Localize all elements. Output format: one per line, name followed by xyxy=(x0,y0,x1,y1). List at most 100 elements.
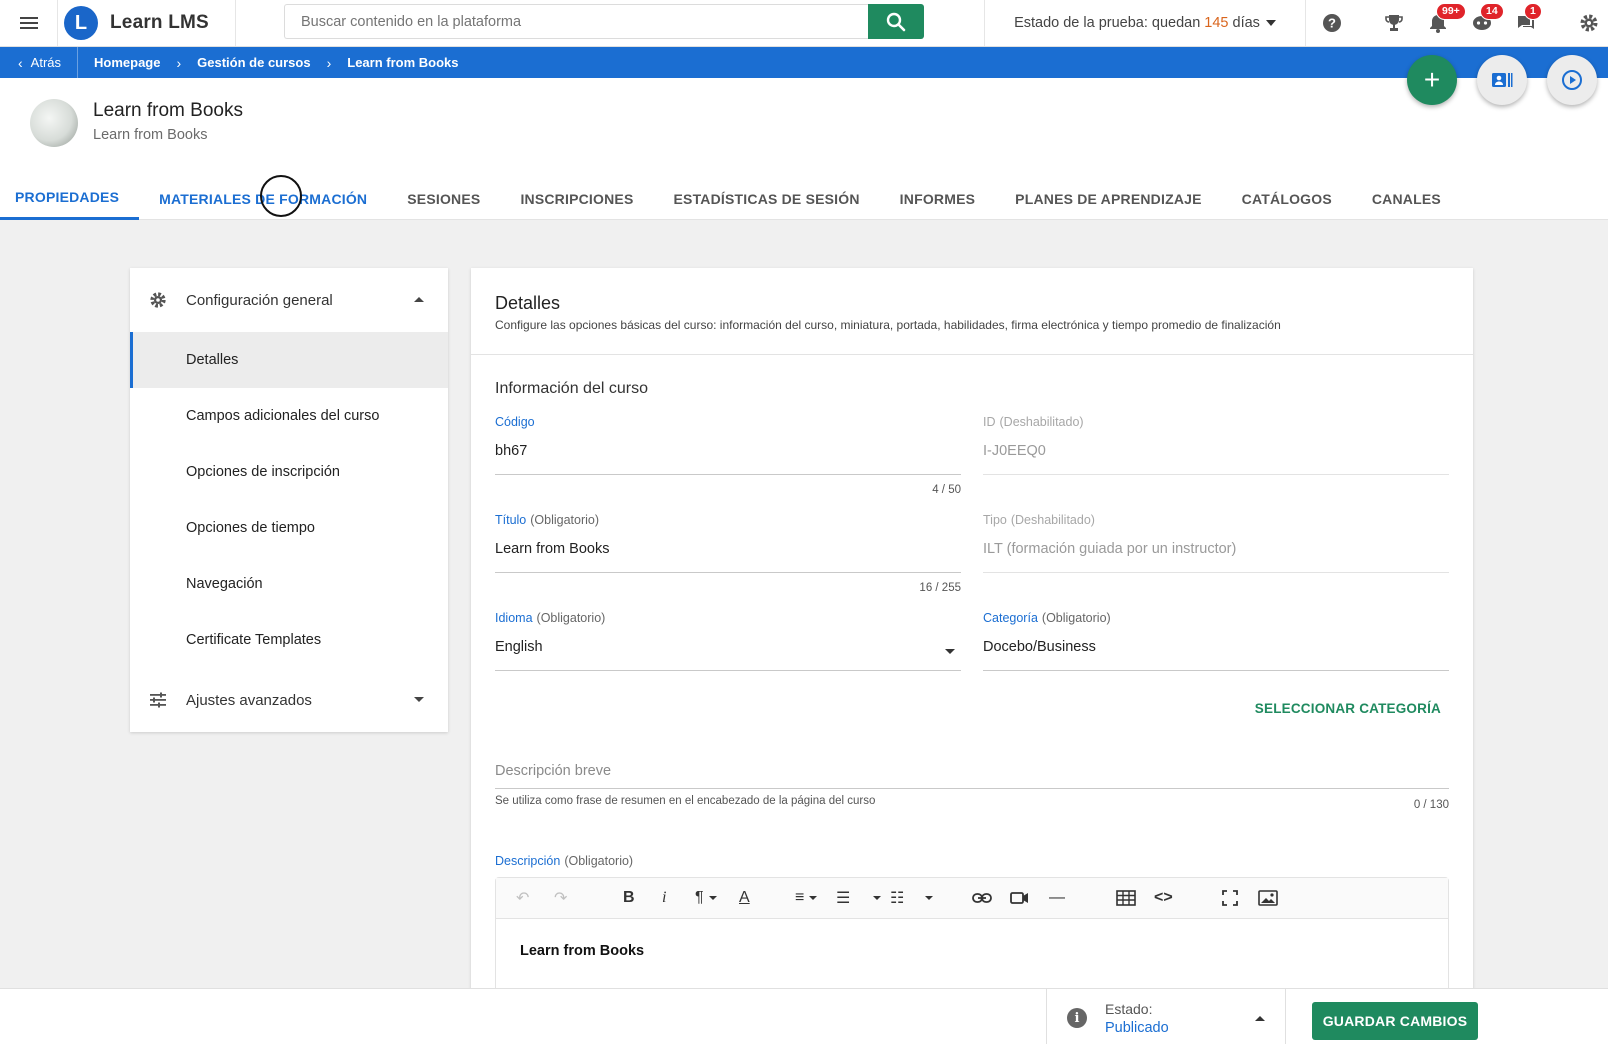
status-value: Publicado xyxy=(1105,1020,1169,1036)
short-description-hint: Se utiliza como frase de resumen en el e… xyxy=(495,795,876,807)
breadcrumb-label: Gestión de cursos xyxy=(197,55,311,70)
description-content[interactable]: Learn from Books xyxy=(496,919,1448,983)
nav-item-certificate-templates[interactable]: Certificate Templates xyxy=(130,612,448,668)
label-note: (Obligatorio) xyxy=(1041,611,1111,625)
svg-text:?: ? xyxy=(1328,16,1336,31)
table-icon[interactable] xyxy=(1116,887,1136,909)
title-input[interactable]: Learn from Books xyxy=(495,541,961,573)
text-color-icon[interactable]: A xyxy=(739,887,750,909)
course-subtitle: Learn from Books xyxy=(93,127,208,143)
breadcrumb-label: Homepage xyxy=(94,55,161,70)
preview-card-button[interactable] xyxy=(1477,55,1527,105)
search-button[interactable] xyxy=(868,4,924,39)
course-title: Learn from Books xyxy=(93,100,243,121)
breadcrumb-item-homepage[interactable]: Homepage › xyxy=(94,55,181,71)
info-icon: i xyxy=(1067,1008,1087,1028)
label-note: (Deshabilitado) xyxy=(1010,513,1095,527)
nav-item-enrollment-options[interactable]: Opciones de inscripción xyxy=(130,444,448,500)
code-label: Código xyxy=(495,415,961,429)
tab-channels[interactable]: CANALES xyxy=(1352,177,1461,220)
language-select[interactable]: English xyxy=(495,639,961,671)
title-field: Título (Obligatorio) Learn from Books 16 … xyxy=(495,513,961,594)
category-field: Categoría (Obligatorio) Docebo/Business xyxy=(983,611,1449,671)
language-field: Idioma (Obligatorio) English xyxy=(495,611,961,671)
unordered-list-icon[interactable]: ☷ xyxy=(890,887,904,909)
fullscreen-icon[interactable] xyxy=(1222,887,1238,909)
unordered-list-dropdown[interactable] xyxy=(920,887,933,909)
trial-days: 145 xyxy=(1204,15,1229,31)
link-icon[interactable] xyxy=(972,887,992,909)
course-thumbnail xyxy=(30,99,78,147)
bold-icon[interactable]: B xyxy=(623,887,635,909)
caret-down-icon xyxy=(809,896,818,900)
id-field: ID (Deshabilitado) I-J0EEQ0 xyxy=(983,415,1449,475)
code-input[interactable]: bh67 xyxy=(495,443,961,475)
title-label: Título (Obligatorio) xyxy=(495,513,961,527)
trophy-icon[interactable] xyxy=(1382,11,1406,35)
plus-icon: + xyxy=(1423,64,1441,95)
tab-sessions[interactable]: SESIONES xyxy=(387,177,500,220)
short-description-field: Descripción breve Se utiliza como frase … xyxy=(495,763,1449,811)
tab-session-stats[interactable]: ESTADÍSTICAS DE SESIÓN xyxy=(654,177,880,220)
play-course-button[interactable] xyxy=(1547,55,1597,105)
back-button[interactable]: ‹ Atrás xyxy=(0,47,79,78)
image-icon[interactable] xyxy=(1258,887,1278,909)
help-icon[interactable]: ? xyxy=(1320,11,1344,35)
sliders-icon xyxy=(148,692,168,708)
status-dropdown[interactable]: i Estado: Publicado xyxy=(1046,989,1286,1044)
redo-icon[interactable]: ↷ xyxy=(554,887,567,909)
undo-icon[interactable]: ↶ xyxy=(516,887,529,909)
nav-group-advanced-settings[interactable]: Ajustes avanzados xyxy=(130,668,448,732)
category-label: Categoría (Obligatorio) xyxy=(983,611,1449,625)
chevron-left-icon: ‹ xyxy=(18,54,23,71)
back-label: Atrás xyxy=(30,55,62,70)
trial-prefix: Estado de la prueba: quedan xyxy=(1014,15,1201,31)
nav-item-details[interactable]: Detalles xyxy=(130,332,448,388)
brand[interactable]: L Learn LMS xyxy=(58,0,236,46)
label-text: Descripción xyxy=(495,854,561,868)
description-label: Descripción (Obligatorio) xyxy=(495,854,633,868)
chat-bot-icon[interactable]: 14 xyxy=(1470,3,1504,35)
messages-badge: 1 xyxy=(1524,3,1542,20)
nav-group-general-config[interactable]: Configuración general xyxy=(130,268,448,332)
details-panel: Detalles Configure las opciones básicas … xyxy=(471,268,1473,998)
nav-item-navigation[interactable]: Navegación xyxy=(130,556,448,612)
top-bar: L Learn LMS Buscar contenido en la plata… xyxy=(0,0,1608,47)
caret-down-icon xyxy=(1265,20,1276,26)
id-label: ID (Deshabilitado) xyxy=(983,415,1449,429)
tab-properties[interactable]: PROPIEDADES xyxy=(0,177,140,220)
trial-status-dropdown[interactable]: Estado de la prueba: quedan 145 días xyxy=(984,0,1306,46)
nav-group-label: Ajustes avanzados xyxy=(186,691,312,709)
label-note: (Deshabilitado) xyxy=(999,415,1084,429)
title-counter: 16 / 255 xyxy=(919,582,961,594)
ordered-list-icon[interactable]: ☰ xyxy=(836,887,850,909)
short-description-input[interactable]: Descripción breve xyxy=(495,763,1449,789)
search-input[interactable]: Buscar contenido en la plataforma xyxy=(284,4,868,39)
nav-item-additional-fields[interactable]: Campos adicionales del curso xyxy=(130,388,448,444)
id-input: I-J0EEQ0 xyxy=(983,443,1449,475)
tab-catalogs[interactable]: CATÁLOGOS xyxy=(1222,177,1352,220)
ordered-list-dropdown[interactable] xyxy=(868,887,881,909)
tab-learning-plans[interactable]: PLANES DE APRENDIZAJE xyxy=(995,177,1222,220)
tab-reports[interactable]: INFORMES xyxy=(880,177,996,220)
paragraph-format-icon[interactable]: ¶ xyxy=(695,887,717,909)
type-label: Tipo (Deshabilitado) xyxy=(983,513,1449,527)
tab-enrollments[interactable]: INSCRIPCIONES xyxy=(500,177,653,220)
bell-icon[interactable]: 99+ xyxy=(1426,3,1466,35)
horizontal-line-icon[interactable]: — xyxy=(1049,887,1065,909)
breadcrumb-item-course-management[interactable]: Gestión de cursos › xyxy=(197,55,331,71)
nav-item-time-options[interactable]: Opciones de tiempo xyxy=(130,500,448,556)
add-button[interactable]: + xyxy=(1407,55,1457,105)
select-category-button[interactable]: SELECCIONAR CATEGORÍA xyxy=(1255,701,1441,716)
italic-icon[interactable]: i xyxy=(662,887,666,909)
breadcrumb-item-current: Learn from Books xyxy=(347,55,458,70)
code-view-icon[interactable]: <> xyxy=(1154,887,1173,909)
menu-icon[interactable] xyxy=(0,0,58,46)
caret-down-icon xyxy=(925,896,933,900)
video-icon[interactable] xyxy=(1010,887,1030,909)
messages-icon[interactable]: 1 xyxy=(1514,3,1542,35)
gear-icon[interactable] xyxy=(1577,11,1601,35)
save-changes-button[interactable]: GUARDAR CAMBIOS xyxy=(1312,1002,1478,1040)
brand-logo: L xyxy=(64,6,98,40)
align-icon[interactable]: ≡ xyxy=(795,887,818,909)
